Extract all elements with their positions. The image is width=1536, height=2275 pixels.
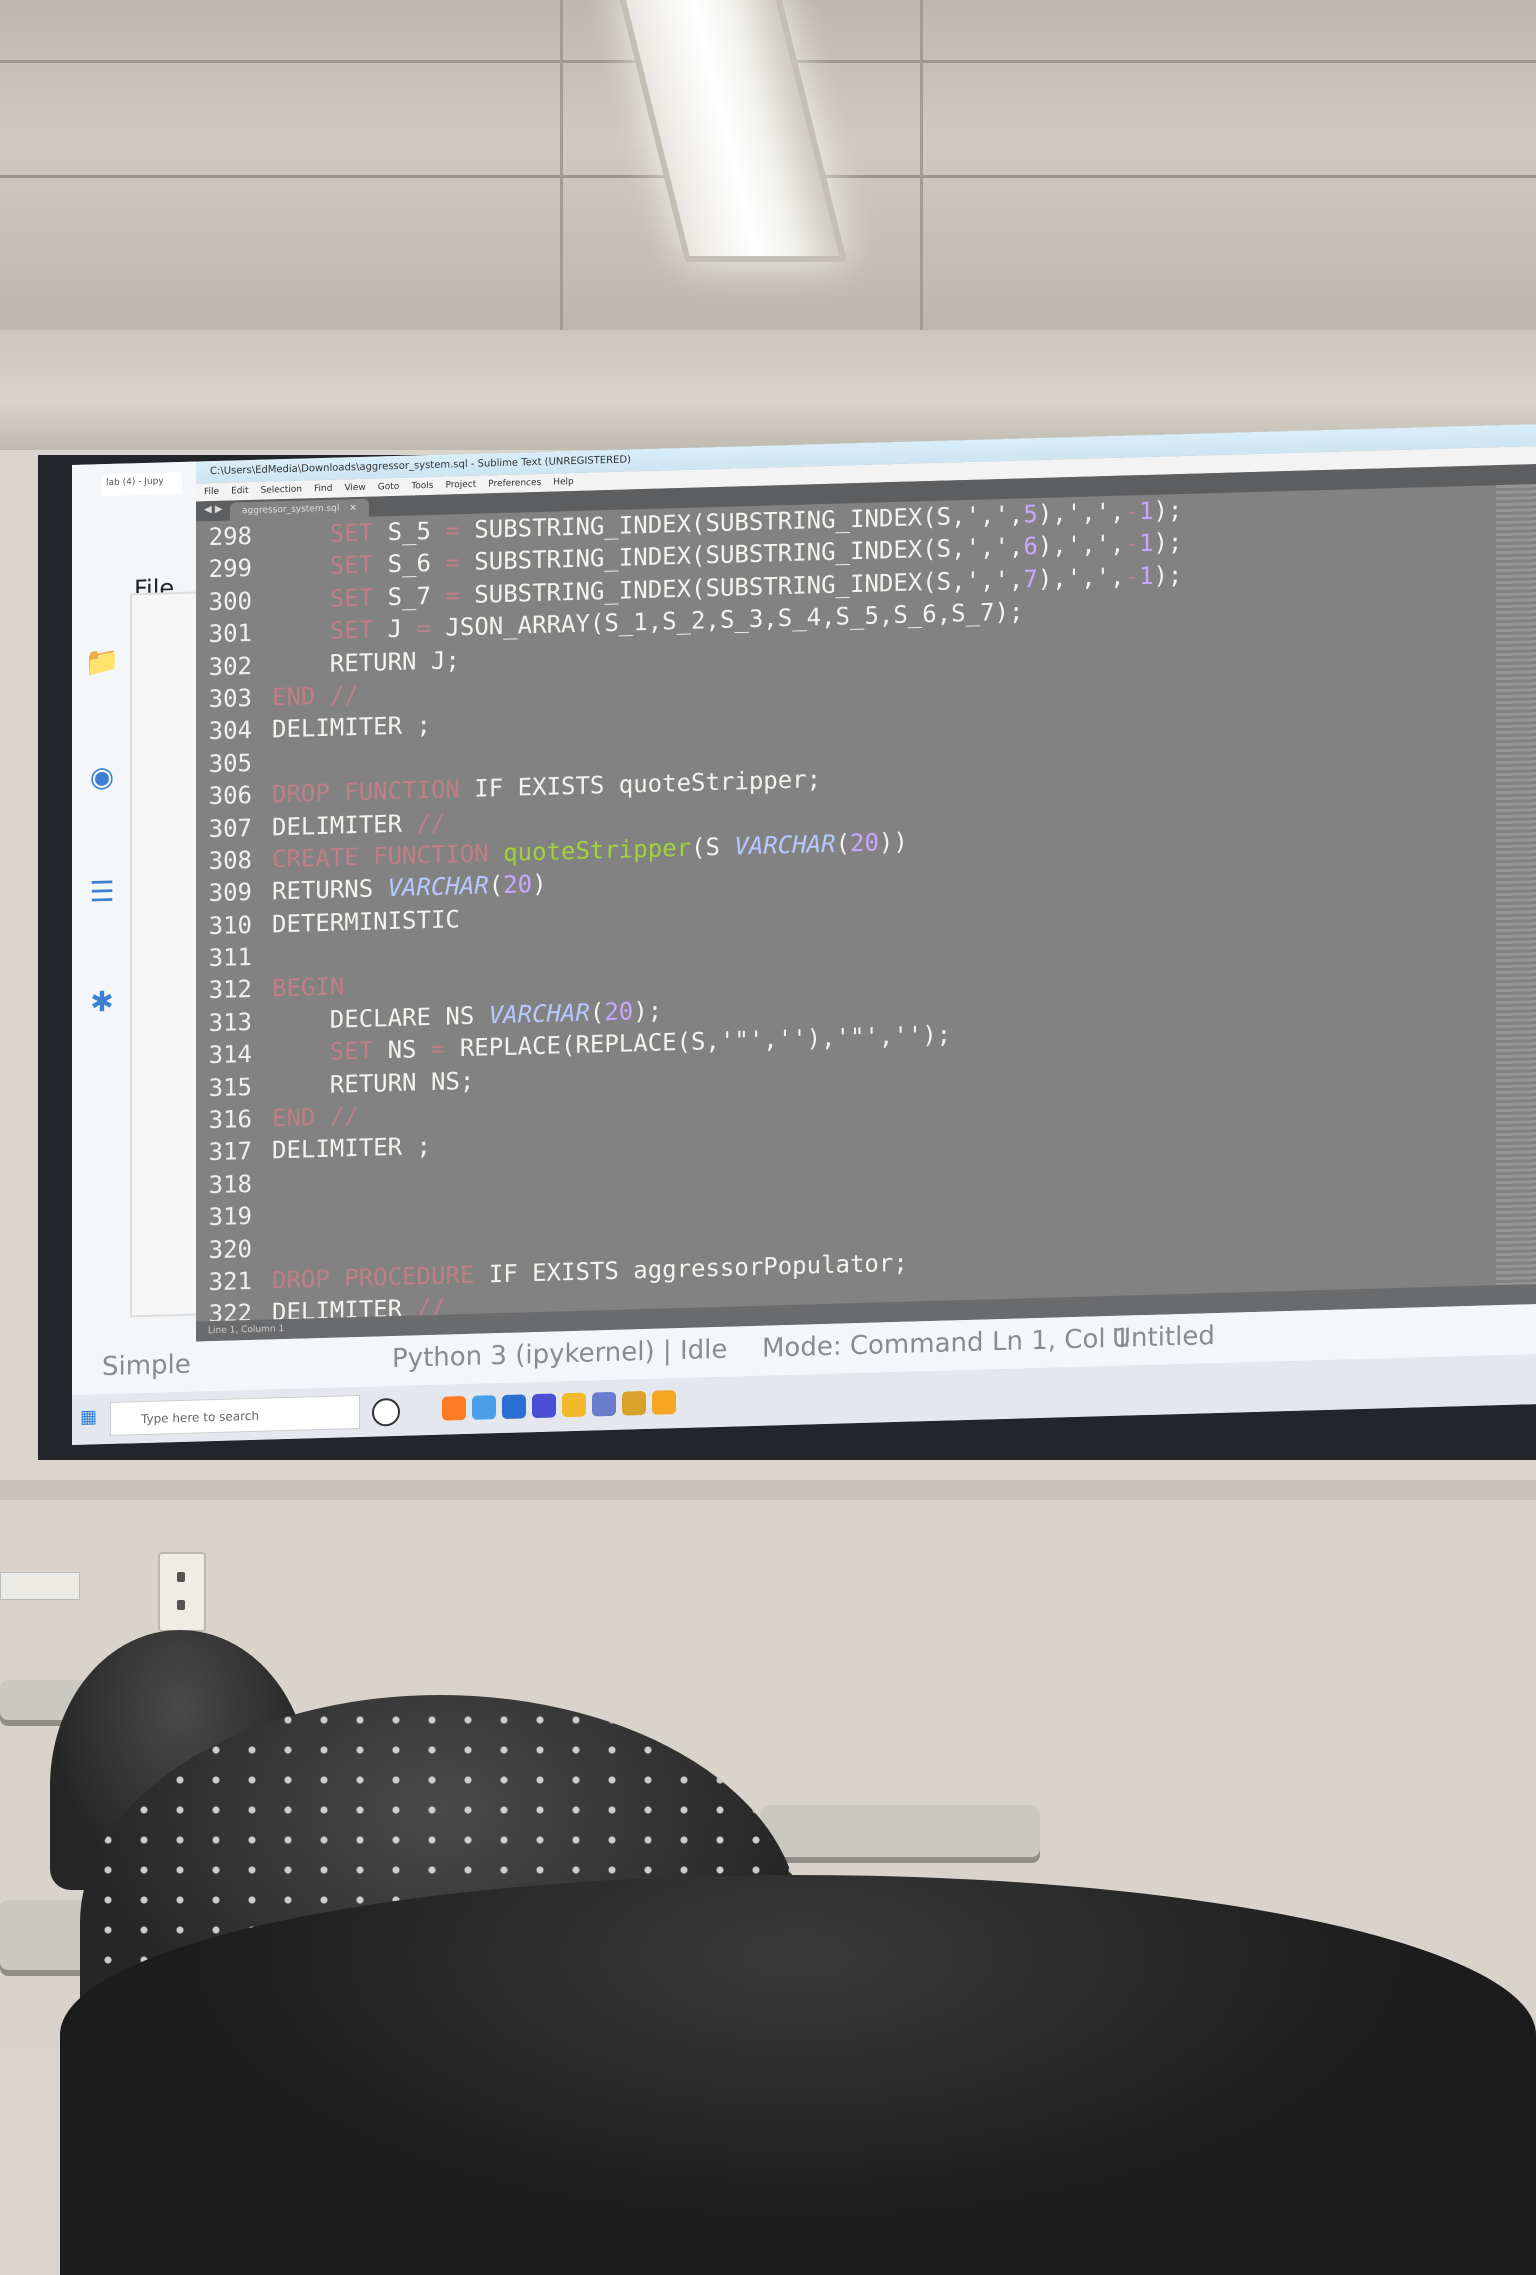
file-explorer-icon[interactable] xyxy=(562,1392,586,1418)
browser-tab[interactable]: lab (4) - Jupy xyxy=(102,471,182,497)
taskbar-search-input[interactable]: Type here to search xyxy=(110,1394,360,1436)
line-number: 300 xyxy=(208,586,252,616)
line-number: 301 xyxy=(208,619,252,649)
chrome-icon[interactable] xyxy=(472,1395,496,1420)
app-icon[interactable] xyxy=(622,1390,646,1416)
close-icon[interactable]: × xyxy=(349,503,357,513)
line-number: 319 xyxy=(208,1202,252,1232)
stop-icon[interactable]: ◉ xyxy=(84,759,120,796)
code-text[interactable]: DELIMITER // xyxy=(272,808,445,841)
chair-foreground xyxy=(60,1875,1536,2275)
tab-label: aggressor_system.sql xyxy=(242,503,340,517)
line-number: 312 xyxy=(208,975,252,1005)
app-icon[interactable] xyxy=(502,1394,526,1419)
menu-item-project[interactable]: Project xyxy=(445,480,476,491)
wall-outlet xyxy=(158,1552,206,1632)
code-text[interactable]: BEGIN xyxy=(272,973,344,1003)
line-number: 299 xyxy=(208,554,252,584)
list-icon[interactable]: ☰ xyxy=(84,874,120,911)
menu-item-file[interactable]: File xyxy=(204,487,219,497)
code-editor[interactable]: 298 SET S_5 = SUBSTRING_INDEX(SUBSTRING_… xyxy=(196,484,1536,1329)
mode-indicator: Mode: Command xyxy=(762,1327,984,1364)
menu-item-selection[interactable]: Selection xyxy=(261,485,302,496)
folder-icon[interactable]: 📁 xyxy=(84,644,120,681)
menu-item-help[interactable]: Help xyxy=(553,477,574,488)
firefox-icon[interactable] xyxy=(442,1395,466,1421)
document-name: Untitled xyxy=(1112,1321,1215,1354)
line-number: 307 xyxy=(208,813,252,843)
ceiling-seam xyxy=(920,0,923,350)
windows-start-icon[interactable]: ▦ xyxy=(80,1406,102,1429)
puzzle-icon[interactable]: ✱ xyxy=(84,984,120,1021)
projected-desktop: lab (4) - Jupy File 📁 ◉ ☰ ✱ C:\Users\EdM… xyxy=(72,424,1536,1445)
menu-item-goto[interactable]: Goto xyxy=(378,482,400,493)
browser-window: lab (4) - Jupy File 📁 ◉ ☰ ✱ xyxy=(72,461,214,1395)
kernel-status: Python 3 (ipykernel) | Idle xyxy=(392,1334,728,1375)
line-number: 310 xyxy=(208,910,252,940)
line-number: 304 xyxy=(208,716,252,746)
line-number: 302 xyxy=(208,651,252,681)
minimap[interactable] xyxy=(1496,484,1536,1286)
sublime-text-icon[interactable] xyxy=(652,1390,676,1415)
code-text[interactable]: RETURNS VARCHAR(20) xyxy=(272,870,547,906)
code-text[interactable]: DELIMITER ; xyxy=(272,1132,431,1164)
line-number: 309 xyxy=(208,878,252,908)
line-number: 303 xyxy=(208,683,252,714)
tab-nav-arrows-icon[interactable]: ◀ ▶ xyxy=(204,504,223,516)
menu-item-find[interactable]: Find xyxy=(314,484,332,495)
line-number: 313 xyxy=(208,1007,252,1038)
code-text[interactable]: RETURN NS; xyxy=(272,1066,475,1100)
simple-mode-label[interactable]: Simple xyxy=(102,1350,191,1382)
line-number: 321 xyxy=(208,1266,252,1297)
line-number: 316 xyxy=(208,1105,252,1135)
line-number: 305 xyxy=(208,748,252,778)
desk xyxy=(760,1805,1040,1857)
code-text[interactable]: END // xyxy=(272,1102,359,1132)
line-number: 306 xyxy=(208,781,252,811)
ceiling-seam xyxy=(560,0,563,350)
cursor-position: Ln 1, Col 1 xyxy=(992,1323,1131,1358)
line-number: 298 xyxy=(208,521,252,552)
code-text[interactable]: DELIMITER ; xyxy=(272,711,431,743)
app-icon[interactable] xyxy=(592,1391,616,1417)
code-text[interactable]: END // xyxy=(272,681,359,711)
line-number: 311 xyxy=(208,943,252,973)
line-number: 320 xyxy=(208,1234,252,1264)
sublime-text-window: C:\Users\EdMedia\Downloads\aggressor_sys… xyxy=(196,424,1536,1342)
menu-item-view[interactable]: View xyxy=(344,483,365,494)
line-number: 315 xyxy=(208,1072,252,1102)
line-number: 314 xyxy=(208,1040,252,1070)
teams-icon[interactable] xyxy=(532,1393,556,1419)
wall-rail xyxy=(0,1572,80,1600)
line-number: 308 xyxy=(208,845,252,876)
line-number: 318 xyxy=(208,1169,252,1199)
menu-item-edit[interactable]: Edit xyxy=(231,486,248,496)
code-text[interactable]: DETERMINISTIC xyxy=(272,905,460,938)
code-text[interactable]: RETURN J; xyxy=(272,646,460,679)
task-view-icon[interactable] xyxy=(372,1397,400,1427)
line-number: 317 xyxy=(208,1137,252,1167)
menu-item-tools[interactable]: Tools xyxy=(411,481,433,492)
menu-item-preferences[interactable]: Preferences xyxy=(488,478,541,489)
